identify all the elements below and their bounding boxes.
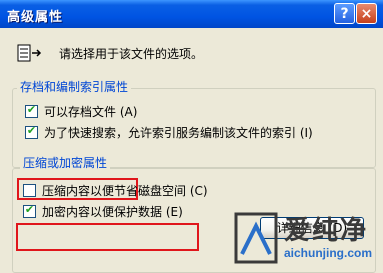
help-button[interactable]: ? — [334, 3, 355, 24]
compress-label: 压缩内容以便节省磁盘空间 (C) — [42, 184, 208, 198]
watermark: 爱纯净 aichunjing.com — [232, 210, 383, 271]
compress-checkbox-row[interactable]: 压缩内容以便节省磁盘空间 (C) — [23, 182, 208, 199]
encrypt-checkbox-row[interactable]: ✔ 加密内容以便保护数据 (E) — [23, 203, 183, 220]
close-button[interactable]: × — [356, 3, 377, 24]
intro-text: 请选择用于该文件的选项。 — [59, 47, 204, 61]
compress-checkbox[interactable] — [23, 184, 36, 197]
archive-checkbox[interactable]: ✔ — [25, 103, 38, 118]
archive-index-legend: 存档和编制索引属性 — [17, 78, 132, 95]
check-icon: ✔ — [24, 203, 35, 216]
watermark-logo-icon — [234, 212, 278, 264]
encrypt-highlight-box — [16, 223, 199, 251]
encrypt-checkbox[interactable]: ✔ — [23, 203, 36, 218]
check-icon: ✔ — [26, 103, 37, 116]
check-icon: ✔ — [26, 124, 37, 137]
title-bar[interactable]: 高级属性 ? × — [0, 0, 383, 28]
encrypt-label: 加密内容以便保护数据 (E) — [42, 205, 183, 219]
index-checkbox[interactable]: ✔ — [25, 124, 38, 139]
file-properties-icon — [17, 44, 42, 62]
archive-label: 可以存档文件 (A) — [44, 105, 138, 119]
index-label: 为了快速搜索，允许索引服务编制该文件的索引 (I) — [44, 126, 313, 140]
watermark-brand: 爱纯净 — [284, 216, 369, 246]
compress-encrypt-legend: 压缩或加密属性 — [20, 154, 111, 171]
archive-checkbox-row[interactable]: ✔ 可以存档文件 (A) — [25, 103, 137, 120]
window-title: 高级属性 — [7, 10, 64, 25]
index-checkbox-row[interactable]: ✔ 为了快速搜索，允许索引服务编制该文件的索引 (I) — [25, 124, 313, 141]
watermark-url: aichunjing.com — [284, 246, 373, 260]
